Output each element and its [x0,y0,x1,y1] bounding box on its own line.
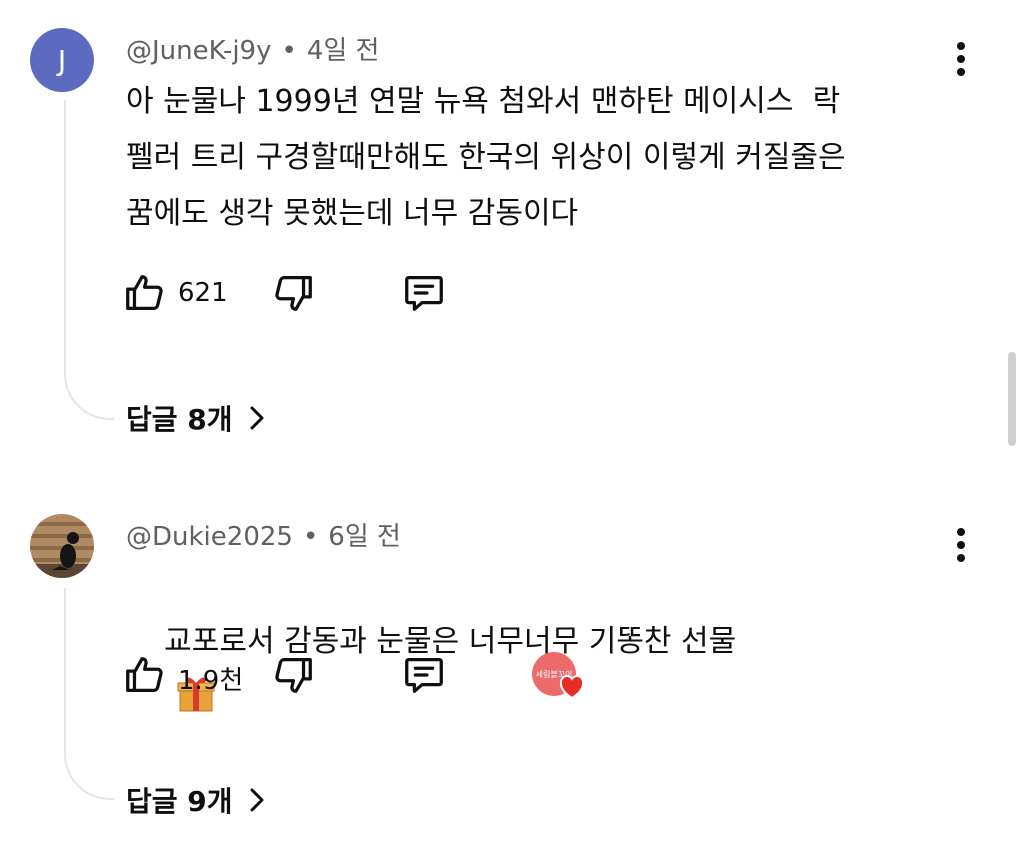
thumbs-down-icon[interactable] [270,270,316,316]
thread-line-2 [64,588,114,800]
separator-dot: • [281,36,297,66]
thread-line-1 [64,100,114,420]
thumbs-up-icon[interactable] [122,652,168,698]
comment-text-body: 교포로서 감동과 눈물은 너무너무 기똥찬 선물 [164,624,737,659]
comment-time[interactable]: 6일 전 [328,522,401,552]
comment-meta: @JuneK-j9y • 4일 전 [126,30,379,67]
replies-button[interactable]: 답글 9개 [126,780,267,820]
chevron-right-icon [250,788,264,812]
comment-author[interactable]: @Dukie2025 [126,522,293,552]
more-vertical-icon[interactable] [944,38,978,82]
heart-icon [559,674,585,700]
chevron-right-icon [250,406,264,430]
avatar-letter: J [57,43,67,77]
reply-comment-icon[interactable] [400,270,448,316]
like-count: 1.9천 [178,666,244,696]
replies-label: 답글 9개 [126,785,233,818]
comment-time[interactable]: 4일 전 [307,36,380,66]
scrollbar-thumb[interactable] [1008,352,1016,446]
replies-label: 답글 8개 [126,403,233,436]
reply-comment-icon[interactable] [400,652,448,698]
creator-heart-badge[interactable]: 세림볼꼬이 [532,652,586,700]
dog-photo-avatar [30,514,94,578]
comment-meta: @Dukie2025 • 6일 전 [126,516,401,553]
thumbs-down-icon[interactable] [270,652,316,698]
comment-text: 아 눈물나 1999년 연말 뉴욕 첨와서 맨하탄 메이시스 락 펠러 트리 구… [126,84,846,231]
more-vertical-icon[interactable] [944,524,978,568]
replies-button[interactable]: 답글 8개 [126,398,267,438]
separator-dot: • [302,522,319,552]
comment-author[interactable]: @JuneK-j9y [126,36,271,66]
avatar[interactable] [30,514,94,578]
like-count: 621 [178,278,228,308]
avatar[interactable]: J [30,28,94,92]
thumbs-up-icon[interactable] [122,270,168,316]
